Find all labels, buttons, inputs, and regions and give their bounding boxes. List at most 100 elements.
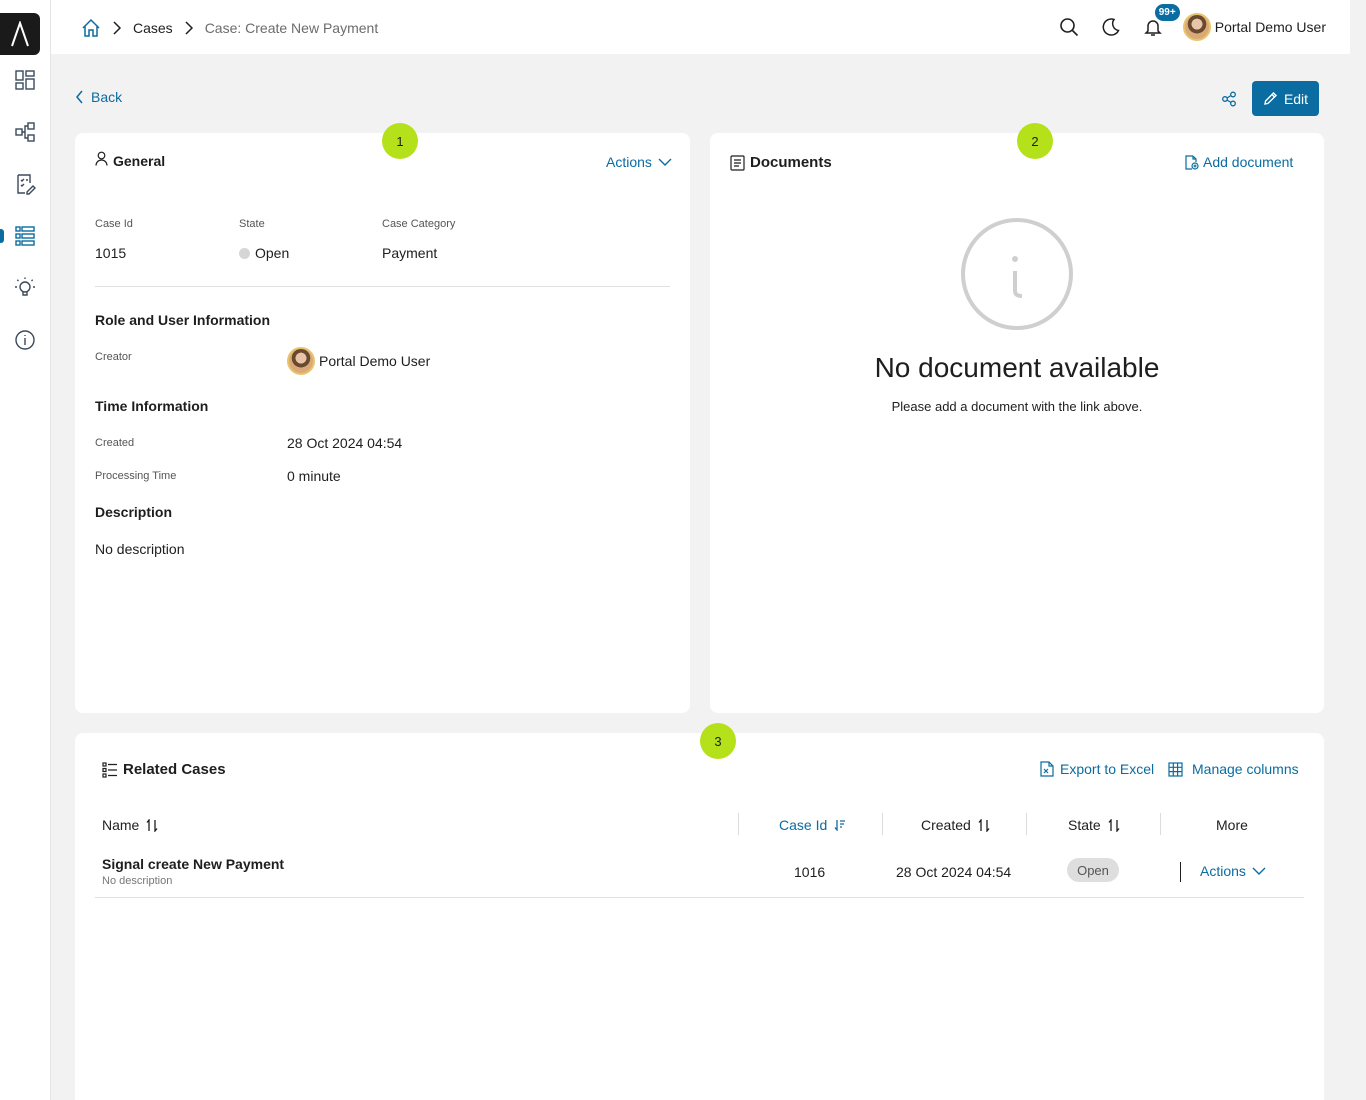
processing-time-value: 0 minute <box>287 468 341 484</box>
chevron-left-icon <box>76 90 83 104</box>
column-header-state[interactable]: State <box>1068 816 1120 834</box>
processing-time-label: Processing Time <box>95 470 177 482</box>
logo-icon[interactable] <box>0 13 40 55</box>
divider <box>95 286 670 287</box>
column-separator <box>1160 813 1161 835</box>
sort-icon <box>146 818 158 832</box>
document-icon <box>730 154 745 171</box>
edit-button[interactable]: Edit <box>1252 81 1319 116</box>
state-text: Open <box>255 245 290 261</box>
description-value: No description <box>95 541 185 557</box>
manage-columns-label: Manage columns <box>1192 761 1299 777</box>
step-badge-3: 3 <box>700 723 736 759</box>
creator-value: Portal Demo User <box>287 347 430 375</box>
home-icon[interactable] <box>81 18 101 38</box>
row-divider <box>1180 862 1181 882</box>
created-value: 28 Oct 2024 04:54 <box>287 435 403 451</box>
column-separator <box>1026 813 1027 835</box>
step-badge-1: 1 <box>382 123 418 159</box>
column-case-id-label: Case Id <box>779 817 828 833</box>
notifications-button[interactable]: 99+ <box>1137 2 1182 43</box>
info-circle-icon <box>960 217 1074 331</box>
created-label: Created <box>95 437 135 449</box>
add-document-label: Add document <box>1203 154 1294 170</box>
info-icon[interactable] <box>12 327 38 353</box>
general-title-text: General <box>113 153 166 169</box>
back-button[interactable]: Back <box>76 89 122 105</box>
documents-title: Documents <box>730 154 832 171</box>
general-actions-menu[interactable]: Actions <box>606 154 672 170</box>
related-cases-card <box>75 733 1324 1100</box>
chevron-right-icon <box>185 21 193 35</box>
export-excel-link[interactable]: Export to Excel <box>1040 761 1154 777</box>
status-badge: Open <box>1067 858 1119 882</box>
column-header-more: More <box>1216 817 1248 833</box>
row-actions-menu[interactable]: Actions <box>1200 863 1266 879</box>
add-document-icon <box>1184 154 1199 170</box>
creator-label: Creator <box>95 351 132 363</box>
user-icon <box>95 151 108 166</box>
columns-icon <box>1168 761 1183 777</box>
avatar[interactable] <box>1182 13 1211 41</box>
row-name[interactable]: Signal create New Payment <box>102 856 284 872</box>
chevron-right-icon <box>113 21 121 35</box>
breadcrumb-cases[interactable]: Cases <box>133 20 173 36</box>
column-header-case-id[interactable]: Case Id <box>779 816 846 834</box>
case-id-value: 1015 <box>95 245 127 261</box>
search-icon[interactable] <box>1053 11 1085 43</box>
top-header: Cases Case: Create New Payment 99+ Porta… <box>51 0 1350 54</box>
column-header-name[interactable]: Name <box>102 816 158 834</box>
column-state-label: State <box>1068 817 1101 833</box>
general-title: General <box>95 151 166 169</box>
dashboard-icon[interactable] <box>12 67 38 93</box>
row-actions-label: Actions <box>1200 863 1246 879</box>
description-title: Description <box>95 504 173 520</box>
documents-title-text: Documents <box>750 154 832 171</box>
process-icon[interactable] <box>12 119 38 145</box>
creator-avatar <box>287 347 315 375</box>
user-name[interactable]: Portal Demo User <box>1215 19 1326 35</box>
empty-documents-hint: Please add a document with the link abov… <box>891 399 1143 414</box>
breadcrumb-current: Case: Create New Payment <box>204 20 379 36</box>
column-header-created[interactable]: Created <box>921 816 990 834</box>
sort-icon <box>978 818 990 832</box>
excel-file-icon <box>1040 761 1054 777</box>
task-icon[interactable] <box>12 171 38 197</box>
dark-mode-icon[interactable] <box>1095 11 1127 43</box>
sidebar <box>0 0 51 1100</box>
time-section-title: Time Information <box>95 398 209 414</box>
back-label: Back <box>91 89 123 105</box>
chevron-down-icon <box>658 158 672 166</box>
state-label: State <box>239 218 265 230</box>
case-category-label: Case Category <box>382 218 456 230</box>
state-dot-icon <box>239 248 250 259</box>
sort-descending-icon <box>834 819 846 831</box>
case-list-icon[interactable] <box>12 223 38 249</box>
column-separator <box>882 813 883 835</box>
share-icon[interactable] <box>1218 88 1240 110</box>
role-section-title: Role and User Information <box>95 312 271 328</box>
creator-name[interactable]: Portal Demo User <box>319 353 430 369</box>
column-name-label: Name <box>102 817 140 833</box>
header-actions: 99+ Portal Demo User <box>1043 2 1326 43</box>
idea-icon[interactable] <box>12 275 38 301</box>
notification-count-badge: 99+ <box>1152 2 1182 23</box>
related-cases-title-text: Related Cases <box>123 761 226 778</box>
row-created: 28 Oct 2024 04:54 <box>896 864 1012 880</box>
column-created-label: Created <box>921 817 971 833</box>
edit-label: Edit <box>1283 90 1309 107</box>
breadcrumb: Cases Case: Create New Payment <box>81 17 378 39</box>
manage-columns-link[interactable]: Manage columns <box>1168 761 1299 777</box>
empty-documents-title: No document available <box>874 352 1160 383</box>
pencil-icon <box>1263 91 1278 106</box>
add-document-link[interactable]: Add document <box>1184 154 1293 170</box>
row-case-id: 1016 <box>794 864 826 880</box>
chevron-down-icon <box>1252 867 1266 875</box>
row-bottom-divider <box>95 897 1304 898</box>
active-indicator <box>0 229 4 243</box>
case-id-label: Case Id <box>95 218 133 230</box>
export-excel-label: Export to Excel <box>1060 761 1155 777</box>
sort-icon <box>1108 818 1120 832</box>
row-description: No description <box>102 875 173 887</box>
actions-label: Actions <box>606 154 652 170</box>
